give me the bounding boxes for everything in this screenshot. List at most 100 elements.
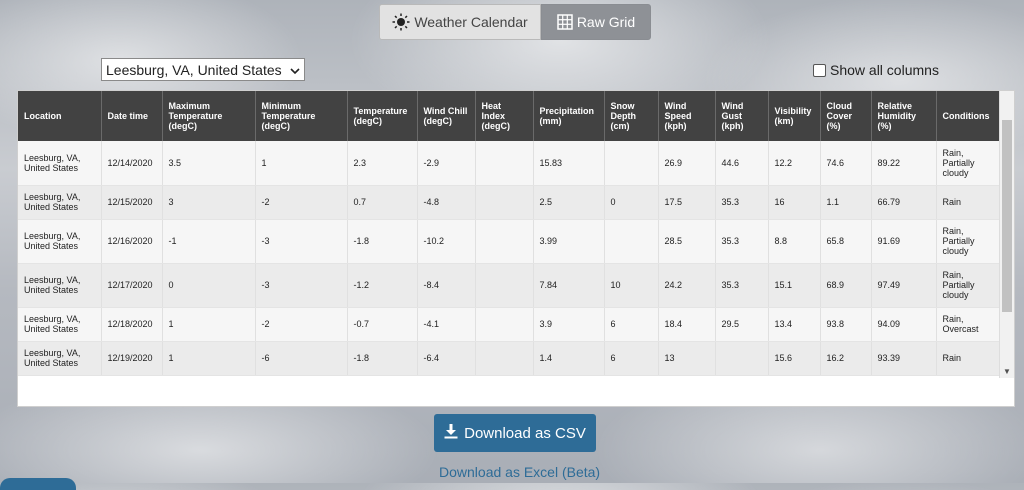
table-cell: -2.9	[417, 141, 476, 186]
table-cell: 3	[162, 185, 256, 220]
column-header[interactable]: Wind Chill (degC)	[417, 91, 476, 141]
table-row[interactable]: Leesburg, VA, United States 12/15/2020 3 -2…	[18, 185, 1002, 220]
table-row[interactable]: Leesburg, VA, United States 12/17/2020 0 -3…	[18, 263, 1002, 308]
table-cell	[475, 185, 534, 220]
vertical-scrollbar[interactable]: ▼	[999, 91, 1014, 378]
show-all-columns-label: Show all columns	[830, 62, 939, 78]
table-cell: -6	[255, 341, 348, 376]
table-cell: 12/15/2020	[101, 185, 163, 220]
column-header[interactable]: Location	[18, 91, 102, 141]
column-header[interactable]: Snow Depth (cm)	[604, 91, 659, 141]
table-cell: -6.4	[417, 341, 476, 376]
table-cell	[604, 141, 659, 186]
corner-button[interactable]	[0, 478, 76, 490]
table-cell: 12/16/2020	[101, 219, 163, 264]
location-select[interactable]: Leesburg, VA, United States	[101, 58, 305, 81]
table-row[interactable]: Leesburg, VA, United States 12/16/2020 -1-…	[18, 219, 1002, 264]
table-cell: 91.69	[871, 219, 937, 264]
table-row[interactable]: Leesburg, VA, United States 12/19/2020 1 -6…	[18, 341, 1002, 376]
column-header[interactable]: Precipitation (mm)	[533, 91, 605, 141]
column-header[interactable]: Wind Speed (kph)	[658, 91, 716, 141]
column-header[interactable]: Conditions	[936, 91, 1002, 141]
table-cell: 15.6	[768, 341, 821, 376]
scrollbar-thumb[interactable]	[1002, 120, 1012, 312]
table-cell	[475, 141, 534, 186]
download-icon	[444, 423, 458, 443]
table-cell: Leesburg, VA, United States	[18, 141, 102, 186]
column-header[interactable]: Visibility (km)	[768, 91, 821, 141]
table-cell	[715, 341, 769, 376]
table-cell	[475, 263, 534, 308]
table-cell: -2	[255, 185, 348, 220]
weather-table: Location Date time Maximum Temperature (de…	[18, 91, 1002, 376]
table-cell: 12.2	[768, 141, 821, 186]
table-cell: 1	[255, 141, 348, 186]
table-cell: 28.5	[658, 219, 716, 264]
table-cell: Rain, Partially cloudy	[936, 219, 1002, 264]
table-cell: -10.2	[417, 219, 476, 264]
table-cell: 12/19/2020	[101, 341, 163, 376]
table-cell: 94.09	[871, 307, 937, 342]
show-all-columns[interactable]: Show all columns	[813, 62, 939, 78]
table-cell	[604, 219, 659, 264]
table-cell: 0	[162, 263, 256, 308]
table-cell: 1.4	[533, 341, 605, 376]
table-cell: -3	[255, 263, 348, 308]
table-cell: -4.1	[417, 307, 476, 342]
column-header[interactable]: Heat Index (degC)	[475, 91, 534, 141]
download-excel-link[interactable]: Download as Excel (Beta)	[439, 464, 600, 480]
column-header[interactable]: Maximum Temperature (degC)	[162, 91, 256, 141]
table-cell: 35.3	[715, 263, 769, 308]
table-cell: 24.2	[658, 263, 716, 308]
table-cell: 74.6	[820, 141, 872, 186]
table-cell: Leesburg, VA, United States	[18, 219, 102, 264]
table-cell: 2.3	[347, 141, 418, 186]
tab-raw-grid[interactable]: Raw Grid	[541, 4, 651, 40]
download-csv-button[interactable]: Download as CSV	[434, 414, 596, 452]
table-cell: 68.9	[820, 263, 872, 308]
table-cell: -3	[255, 219, 348, 264]
column-header[interactable]: Cloud Cover (%)	[820, 91, 872, 141]
tab-label: Raw Grid	[576, 14, 636, 30]
show-all-columns-checkbox[interactable]	[813, 63, 826, 77]
table-cell: 12/17/2020	[101, 263, 163, 308]
view-tabs: Weather Calendar Raw Grid	[379, 4, 651, 40]
table-cell: 3.9	[533, 307, 605, 342]
table-cell: 35.3	[715, 185, 769, 220]
table-cell: 13.4	[768, 307, 821, 342]
table-cell: 66.79	[871, 185, 937, 220]
table-cell: 13	[658, 341, 716, 376]
column-header[interactable]: Minimum Temperature (degC)	[255, 91, 348, 141]
table-cell: -1.2	[347, 263, 418, 308]
table-cell: 44.6	[715, 141, 769, 186]
table-cell: 16.2	[820, 341, 872, 376]
table-cell: -1.8	[347, 219, 418, 264]
table-row[interactable]: Leesburg, VA, United States 12/14/2020 3.5…	[18, 141, 1002, 186]
table-header-row: Location Date time Maximum Temperature (de…	[18, 91, 1002, 141]
table-cell: 12/14/2020	[101, 141, 163, 186]
column-header[interactable]: Relative Humidity (%)	[871, 91, 937, 141]
grid-icon	[557, 14, 573, 30]
table-cell: 17.5	[658, 185, 716, 220]
column-header[interactable]: Date time	[101, 91, 163, 141]
scroll-down-arrow-icon[interactable]: ▼	[1003, 367, 1011, 376]
table-cell: 1	[162, 307, 256, 342]
table-cell: 16	[768, 185, 821, 220]
location-select-value: Leesburg, VA, United States	[106, 61, 282, 78]
table-cell: 26.9	[658, 141, 716, 186]
table-cell: Leesburg, VA, United States	[18, 185, 102, 220]
tab-weather-calendar[interactable]: Weather Calendar	[379, 4, 541, 40]
table-cell: Leesburg, VA, United States	[18, 307, 102, 342]
column-header[interactable]: Temperature (degC)	[347, 91, 418, 141]
table-cell: 65.8	[820, 219, 872, 264]
table-cell: 93.39	[871, 341, 937, 376]
table-cell	[475, 219, 534, 264]
table-cell: 7.84	[533, 263, 605, 308]
table-cell: 6	[604, 307, 659, 342]
table-row[interactable]: Leesburg, VA, United States 12/18/2020 1 -2…	[18, 307, 1002, 342]
table-cell: Leesburg, VA, United States	[18, 341, 102, 376]
column-header[interactable]: Wind Gust (kph)	[715, 91, 769, 141]
table-cell: 10	[604, 263, 659, 308]
table-cell: 89.22	[871, 141, 937, 186]
table-cell: 15.1	[768, 263, 821, 308]
